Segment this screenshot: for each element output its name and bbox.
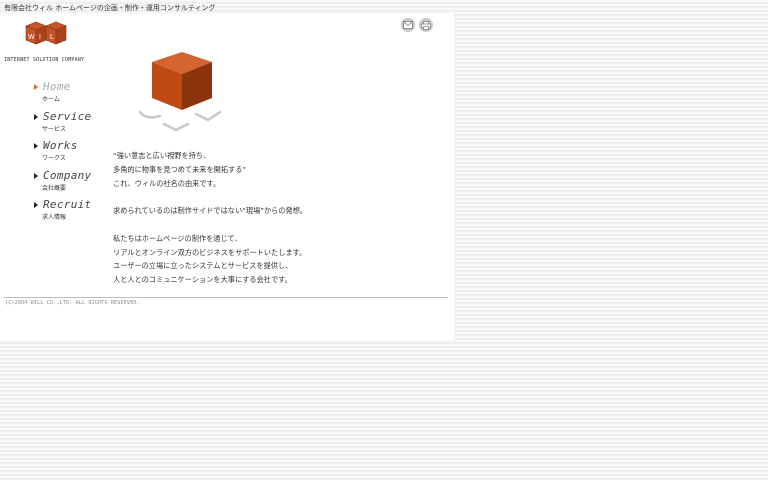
nav-item-label-en: Works [43,139,78,152]
mail-button[interactable] [401,18,415,32]
main-panel: W I L INTERNET SOLUTION COMPANY Home ホーム… [0,14,454,340]
logo-letter-i: I [39,34,41,41]
print-icon [421,20,431,30]
arrow-right-icon [34,172,38,179]
nav-item-label-jp: ホーム [42,96,60,103]
intro-line: 人と人とのコミュニケーションを大事にする会社です。 [113,275,292,285]
nav-item-label-jp: ワークス [42,155,66,162]
intro-line: 求められているのは制作サイドではない“現場”からの発想。 [113,206,308,216]
logo-subtitle: INTERNET SOLUTION COMPANY [4,57,85,63]
arrow-right-icon [34,202,38,208]
intro-line: これ、ウィルの社名の由来です。 [113,178,221,188]
nav-item-label-jp: 求人情報 [42,214,67,221]
site-tagline: 有限会社ウィル ホームページの企画・制作・運用コンサルティング [4,4,216,12]
nav-item-label-en: Service [43,109,92,123]
nav-item-label-jp: 会社概要 [42,184,67,192]
print-button[interactable] [419,18,433,32]
intro-line: リアルとオンライン双方のビジネスをサポートいたします。 [113,247,307,257]
nav-item-label-en: Home [43,80,71,93]
logo-letter-w: W [28,34,35,41]
nav-item-label-en: Recruit [43,198,92,211]
logo[interactable]: W I L [4,18,96,56]
intro-line: ユーザーの立場に立ったシステムとサービスを提供し、 [113,261,293,271]
copyright: (C)2004 WILL CO.,LTD. ALL RIGHTS RESERVE… [5,300,140,306]
intro-line: 多角的に物事を見つめて未来を開拓する” [113,164,247,174]
intro-text: “強い意志と広い視野を持ち、 多角的に物事を見つめて未来を開拓する” これ、ウィ… [113,149,307,287]
nav-item-label-jp: サービス [42,125,67,133]
footer-divider [4,297,448,298]
intro-line: “強い意志と広い視野を持ち、 [113,151,211,160]
mail-icon [403,21,413,29]
nav-item-label-en: Company [43,168,92,182]
arrow-right-icon [34,84,38,90]
intro-line: 私たちはホームページの制作を通じて、 [113,233,242,243]
logo-letter-l: L [50,34,54,41]
hero-cube-graphic [138,52,222,132]
arrow-right-icon [34,113,38,120]
arrow-right-icon [34,143,38,149]
logo-cubes-graphic: W I L [25,21,67,45]
